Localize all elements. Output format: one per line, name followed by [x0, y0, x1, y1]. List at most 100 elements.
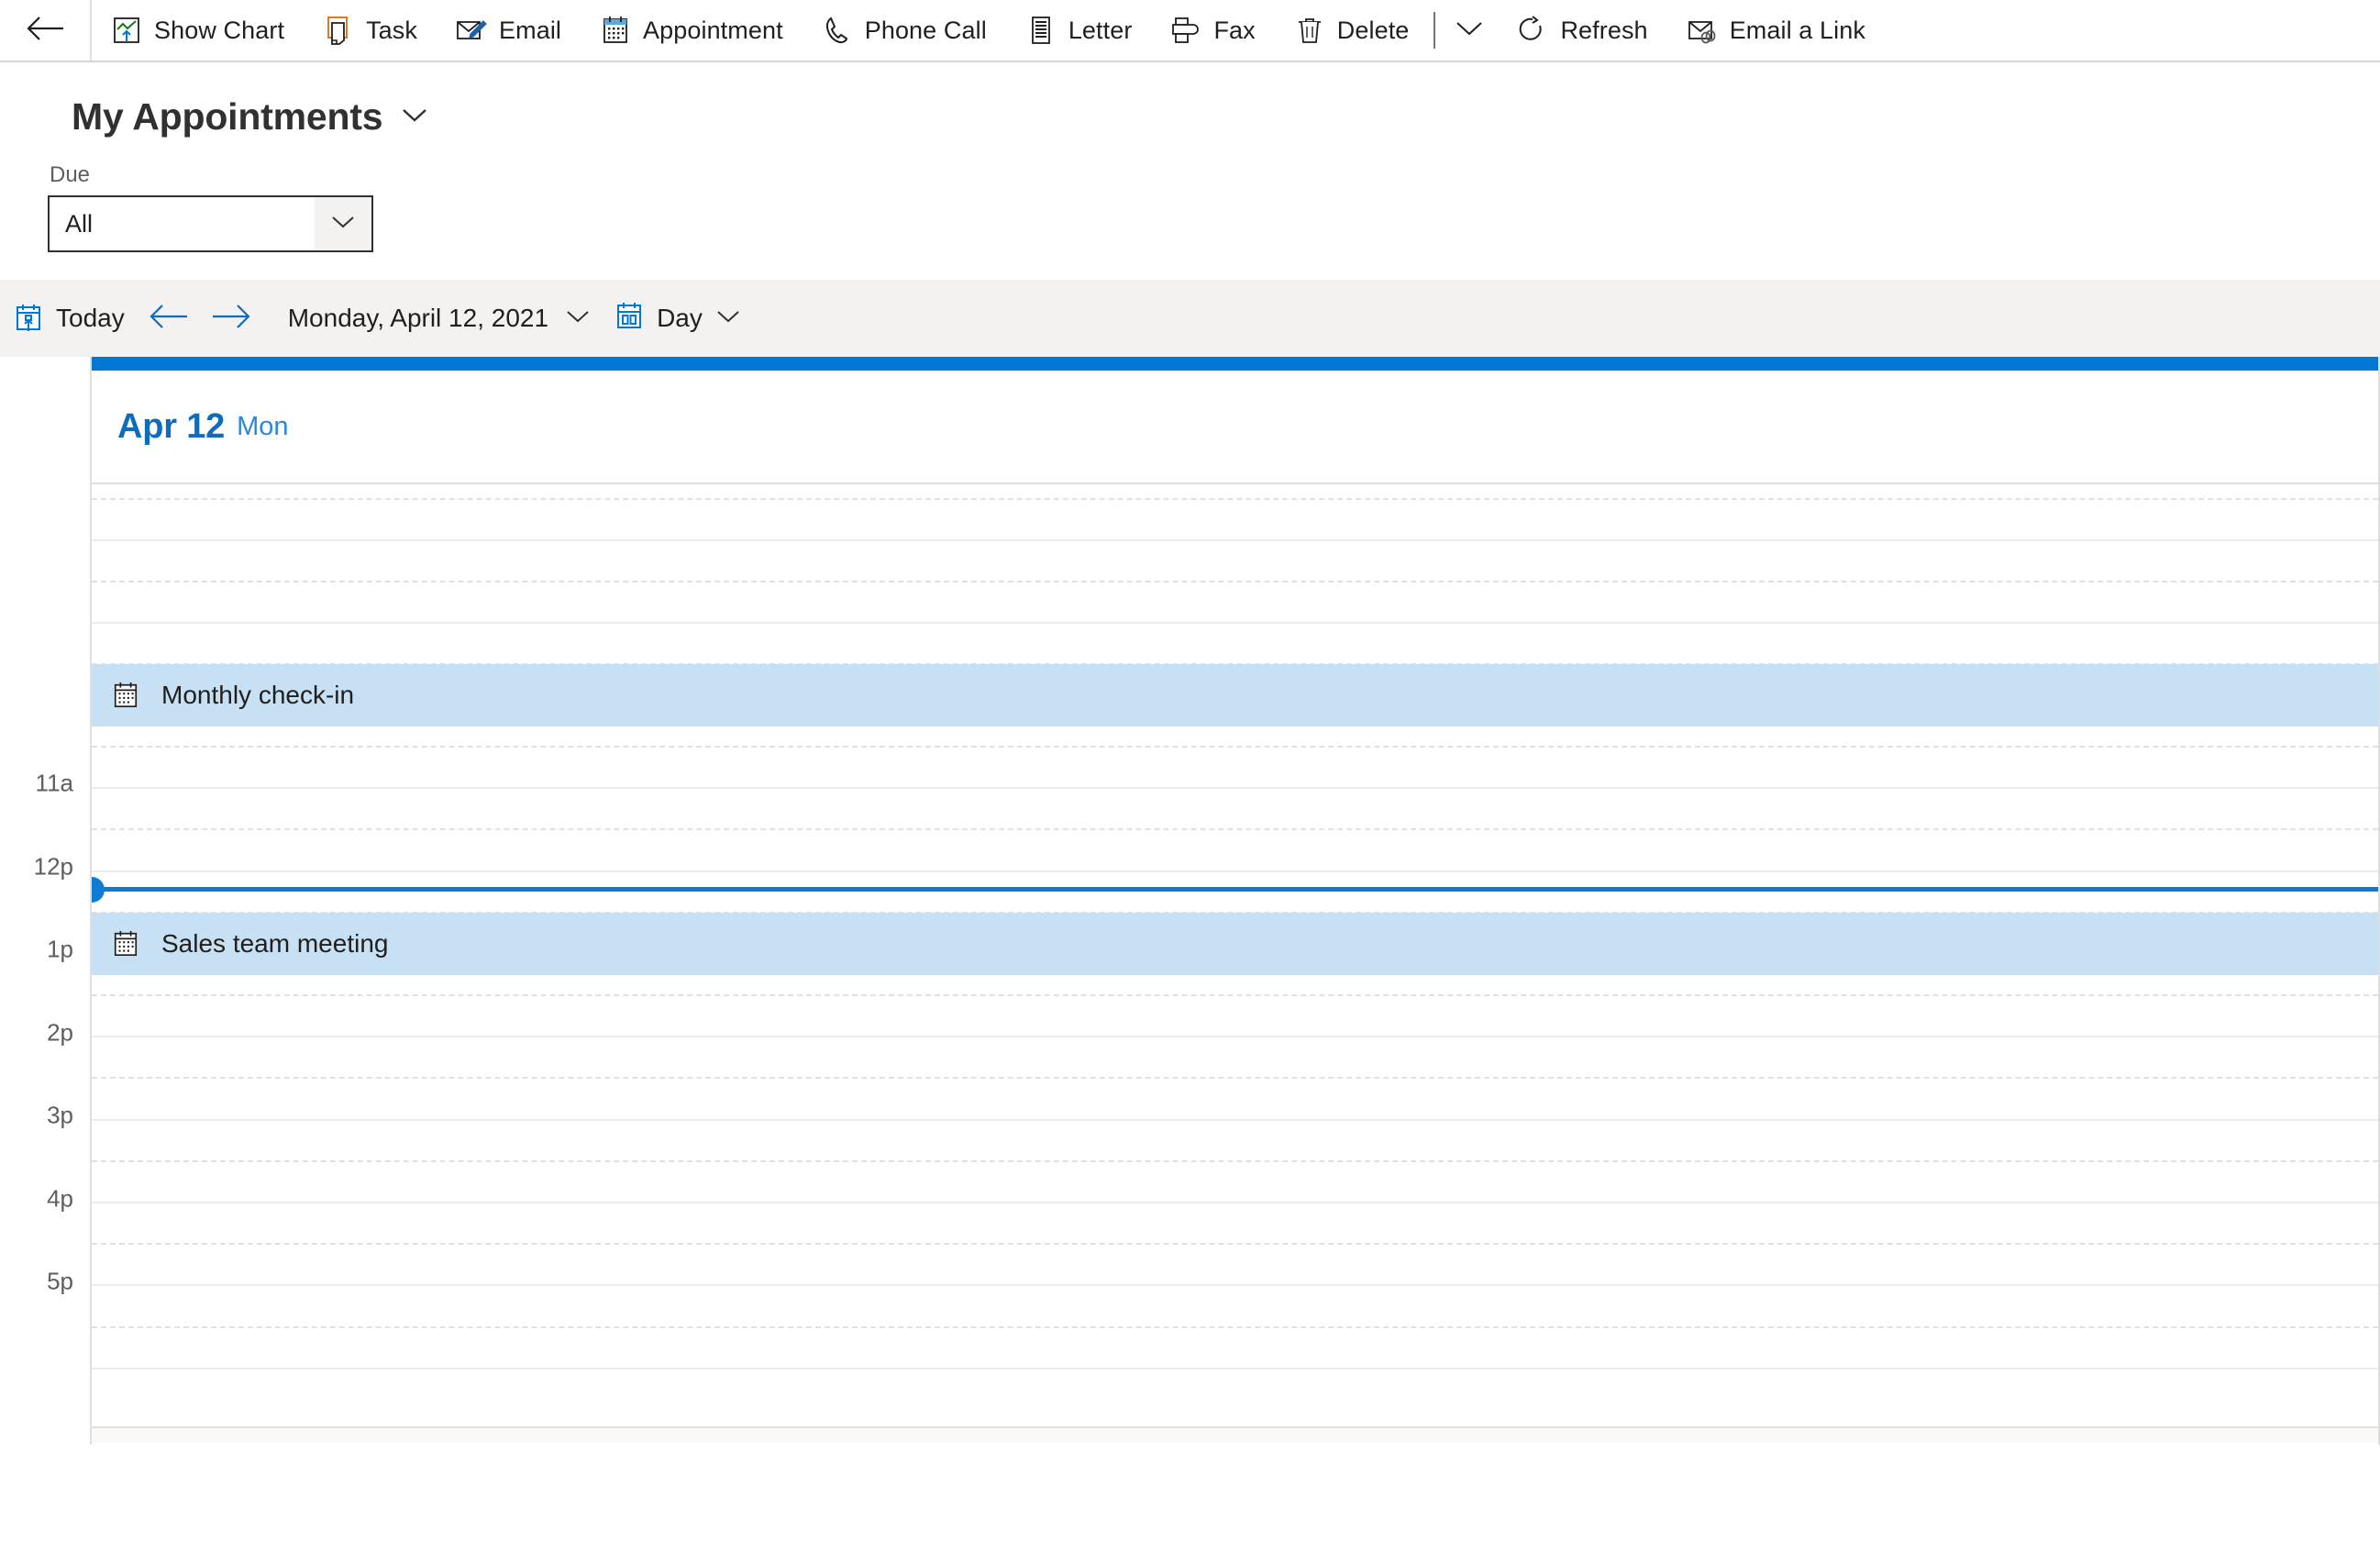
command-label: Delete	[1336, 16, 1410, 44]
delete-button[interactable]: Delete	[1275, 0, 1429, 61]
command-label: Fax	[1213, 16, 1256, 44]
calendar-toolbar: Today Monday, April 12, 2021 Day	[0, 280, 2380, 357]
fax-icon	[1170, 15, 1201, 46]
command-label: Refresh	[1560, 16, 1648, 44]
calendar-icon	[110, 680, 141, 711]
next-day-button[interactable]	[200, 280, 262, 357]
calendar-accent-bar	[92, 357, 2378, 371]
arrow-left-icon	[26, 15, 64, 47]
arrow-right-icon	[211, 303, 251, 335]
chart-icon	[111, 15, 142, 46]
command-bar: Show Chart Task Email Appointment Phone …	[0, 0, 2380, 62]
calendar-icon	[600, 15, 631, 46]
chevron-down-icon	[1455, 19, 1484, 42]
gridline-hour	[92, 1284, 2378, 1286]
task-button[interactable]: Task	[304, 0, 437, 61]
overflow-button[interactable]	[1441, 0, 1498, 61]
calendar-today-icon	[13, 303, 44, 334]
appointment-button[interactable]: Appointment	[581, 0, 803, 61]
time-gutter: 11a 12p 1p 2p 3p 4p 5p	[0, 357, 92, 1445]
letter-button[interactable]: Letter	[1006, 0, 1152, 61]
task-page-icon	[323, 15, 354, 46]
today-button[interactable]: Today	[0, 280, 138, 357]
arrow-left-icon	[149, 303, 189, 335]
due-filter-expand-button[interactable]	[315, 197, 371, 250]
command-label: Email a Link	[1729, 16, 1865, 44]
gridline-half	[92, 1243, 2378, 1245]
day-header: Apr 12 Mon	[92, 371, 2378, 484]
appointment-item[interactable]: Sales team meeting	[92, 913, 2378, 975]
gridline-hour	[92, 622, 2378, 624]
time-label: 4p	[47, 1184, 73, 1213]
time-label: 11a	[35, 769, 73, 797]
gridline-half	[92, 581, 2378, 582]
appointment-title: Sales team meeting	[161, 929, 389, 958]
command-label: Task	[366, 16, 417, 44]
phone-call-button[interactable]: Phone Call	[803, 0, 1006, 61]
back-button[interactable]	[0, 0, 92, 61]
gridline-hour	[92, 1119, 2378, 1121]
gridline-half	[92, 994, 2378, 996]
gridline-half	[92, 1077, 2378, 1079]
gridline-hour	[92, 787, 2378, 789]
day-of-week-label: Mon	[237, 411, 289, 441]
email-link-icon	[1687, 15, 1718, 46]
refresh-icon	[1517, 15, 1548, 46]
filter-area: Due All	[0, 139, 2380, 252]
chevron-down-icon[interactable]	[401, 105, 428, 128]
current-time-indicator	[92, 877, 2378, 903]
gridline-hour	[92, 539, 2378, 541]
show-chart-button[interactable]: Show Chart	[92, 0, 304, 61]
gridline-hour	[92, 870, 2378, 872]
calendar-body: 11a 12p 1p 2p 3p 4p 5p Apr 12 Mon Monthl…	[0, 357, 2380, 1445]
phone-icon	[822, 15, 853, 46]
fax-button[interactable]: Fax	[1151, 0, 1274, 61]
refresh-button[interactable]: Refresh	[1498, 0, 1666, 61]
trash-icon	[1294, 15, 1325, 46]
appointment-title: Monthly check-in	[161, 681, 355, 709]
email-pen-icon	[456, 15, 487, 46]
page-header: My Appointments	[0, 62, 2380, 139]
command-bar-items: Show Chart Task Email Appointment Phone …	[92, 0, 1885, 61]
command-label: Phone Call	[864, 16, 987, 44]
calendar-icon	[110, 928, 141, 959]
chevron-down-icon	[715, 308, 741, 329]
time-label: 3p	[47, 1101, 73, 1129]
date-picker-button[interactable]: Monday, April 12, 2021	[262, 280, 600, 357]
letter-icon	[1025, 15, 1057, 46]
grid-bottom-strip	[92, 1426, 2378, 1443]
command-label: Appointment	[643, 16, 783, 44]
today-label: Today	[56, 304, 125, 332]
view-mode-label: Day	[657, 304, 703, 332]
calendar-day-icon	[614, 302, 644, 336]
gridline-half	[92, 746, 2378, 748]
command-label: Email	[499, 16, 562, 44]
email-button[interactable]: Email	[437, 0, 581, 61]
time-label: 1p	[47, 935, 73, 963]
gridline-half	[92, 1326, 2378, 1328]
due-filter-value[interactable]: All	[50, 197, 315, 250]
gridline-half	[92, 1160, 2378, 1162]
gridline-hour	[92, 1036, 2378, 1037]
time-label: 2p	[47, 1018, 73, 1047]
command-label: Letter	[1068, 16, 1133, 44]
time-grid[interactable]: Monthly check-in Sales team meeting	[92, 484, 2378, 1443]
day-column[interactable]: Apr 12 Mon Monthly check-in Sales team m…	[92, 357, 2380, 1445]
previous-day-button[interactable]	[138, 280, 200, 357]
due-filter-label: Due	[50, 162, 91, 187]
gridline-hour	[92, 1202, 2378, 1203]
gridline-half	[92, 828, 2378, 830]
page-title: My Appointments	[72, 95, 383, 138]
gridline-hour	[92, 1368, 2378, 1369]
gridline-half	[92, 498, 2378, 500]
current-date-label: Monday, April 12, 2021	[287, 304, 549, 332]
toolbar-separator	[1434, 12, 1436, 49]
appointment-item[interactable]: Monthly check-in	[92, 664, 2378, 726]
day-date-label: Apr 12	[117, 406, 226, 446]
view-mode-button[interactable]: Day	[600, 280, 750, 357]
current-time-dot	[92, 877, 105, 903]
due-filter-combobox[interactable]: All	[48, 195, 373, 252]
chevron-down-icon	[565, 308, 591, 329]
email-a-link-button[interactable]: Email a Link	[1667, 0, 1885, 61]
view-selector[interactable]: My Appointments	[72, 95, 2380, 139]
